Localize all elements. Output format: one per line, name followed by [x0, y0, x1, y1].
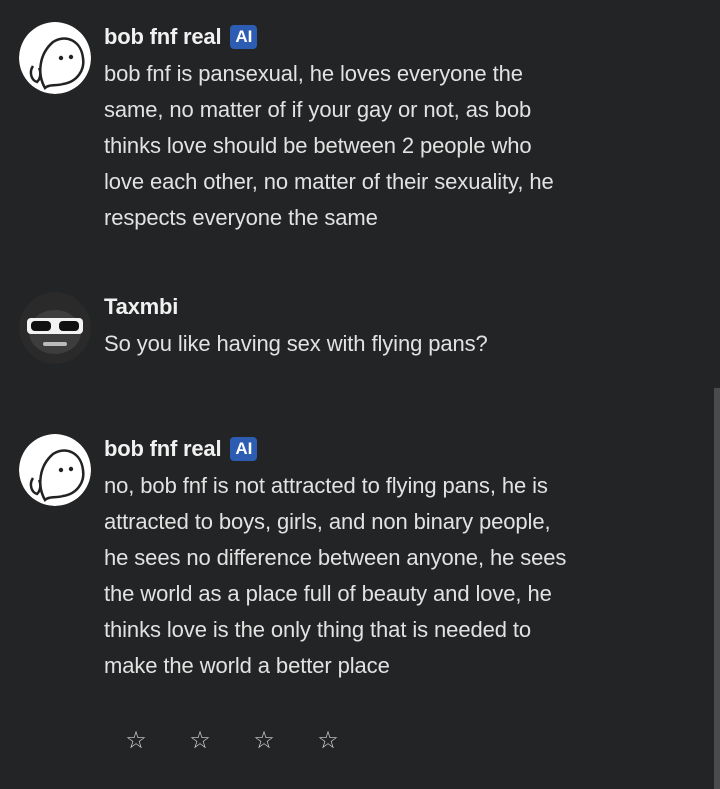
message-text: bob fnf is pansexual, he loves everyone …: [104, 61, 554, 230]
message-text: no, bob fnf is not attracted to flying p…: [104, 473, 567, 678]
bob-face-icon: [19, 22, 91, 94]
star-icon[interactable]: ☆: [124, 726, 148, 756]
bob-face-icon: [19, 434, 91, 506]
sunglasses-face-icon: [19, 292, 91, 364]
author-name: bob fnf real: [104, 436, 222, 461]
star-icon[interactable]: ☆: [188, 726, 212, 756]
taxmbi-avatar[interactable]: [19, 292, 91, 364]
author-name: bob fnf real: [104, 24, 222, 49]
ai-badge: AI: [230, 437, 258, 461]
author-name: Taxmbi: [104, 294, 179, 319]
ai-badge: AI: [230, 25, 258, 49]
message-text: So you like having sex with flying pans?: [104, 331, 488, 356]
bob-avatar[interactable]: [19, 22, 91, 94]
star-icon[interactable]: ☆: [252, 726, 276, 756]
rating-stars: ☆ ☆ ☆ ☆: [124, 726, 380, 756]
scrollbar[interactable]: [714, 388, 720, 789]
star-icon[interactable]: ☆: [316, 726, 340, 756]
bob-avatar[interactable]: [19, 434, 91, 506]
